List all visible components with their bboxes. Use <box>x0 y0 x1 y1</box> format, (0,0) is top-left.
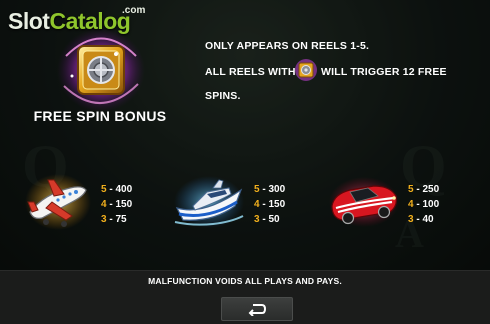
match-count: 4 <box>408 199 414 210</box>
payout-value: 40 <box>422 214 434 225</box>
payout-value: 400 <box>115 184 133 195</box>
logo-slot-text: Slot <box>8 8 50 34</box>
airplane-icon <box>25 174 91 230</box>
vault-icon <box>57 28 145 112</box>
payout-row: 5 - 400 <box>101 184 133 195</box>
logo-com-text: .com <box>122 5 146 16</box>
description-line-2-end: WILL TRIGGER 12 FREE <box>321 66 447 78</box>
match-count: 5 <box>254 184 260 195</box>
match-count: 4 <box>254 199 260 210</box>
yacht-icon <box>174 176 244 228</box>
payout-value: 300 <box>268 184 286 195</box>
payout-row: 4 - 100 <box>408 199 440 210</box>
vault-icon-inline <box>295 59 317 81</box>
payout-row: 3 - 40 <box>408 214 434 225</box>
sports-car-icon <box>329 177 399 227</box>
match-count: 4 <box>101 199 107 210</box>
paytable-yacht-payouts: 5 - 300 4 - 150 3 - 50 <box>254 182 285 227</box>
return-arrow-icon <box>248 304 267 316</box>
malfunction-notice: MALFUNCTION VOIDS ALL PLAYS AND PAYS. <box>148 276 342 286</box>
paytable-car-payouts: 5 - 250 4 - 100 3 - 40 <box>408 182 439 227</box>
payout-row: 3 - 50 <box>254 214 280 225</box>
payout-row: 3 - 75 <box>101 214 127 225</box>
match-count: 3 <box>254 214 260 225</box>
paytable-airplane-payouts: 5 - 400 4 - 150 3 - 75 <box>101 182 132 227</box>
match-count: 3 <box>101 214 107 225</box>
payout-row: 4 - 150 <box>254 199 286 210</box>
payout-value: 75 <box>115 214 127 225</box>
description-line-2-start: ALL REELS WITH <box>205 66 296 78</box>
match-count: 5 <box>101 184 107 195</box>
description-line-3: SPINS. <box>205 90 241 102</box>
payout-value: 100 <box>422 199 440 210</box>
payout-value: 250 <box>422 184 440 195</box>
description-line-1: ONLY APPEARS ON REELS 1-5. <box>205 40 370 52</box>
free-spin-bonus-title: FREE SPIN BONUS <box>33 108 167 124</box>
match-count: 3 <box>408 214 414 225</box>
payout-value: 150 <box>115 199 133 210</box>
payout-row: 5 - 250 <box>408 184 440 195</box>
payout-value: 50 <box>268 214 280 225</box>
payout-value: 150 <box>268 199 286 210</box>
payout-row: 5 - 300 <box>254 184 286 195</box>
payout-row: 4 - 150 <box>101 199 133 210</box>
back-button[interactable] <box>221 297 293 321</box>
match-count: 5 <box>408 184 414 195</box>
